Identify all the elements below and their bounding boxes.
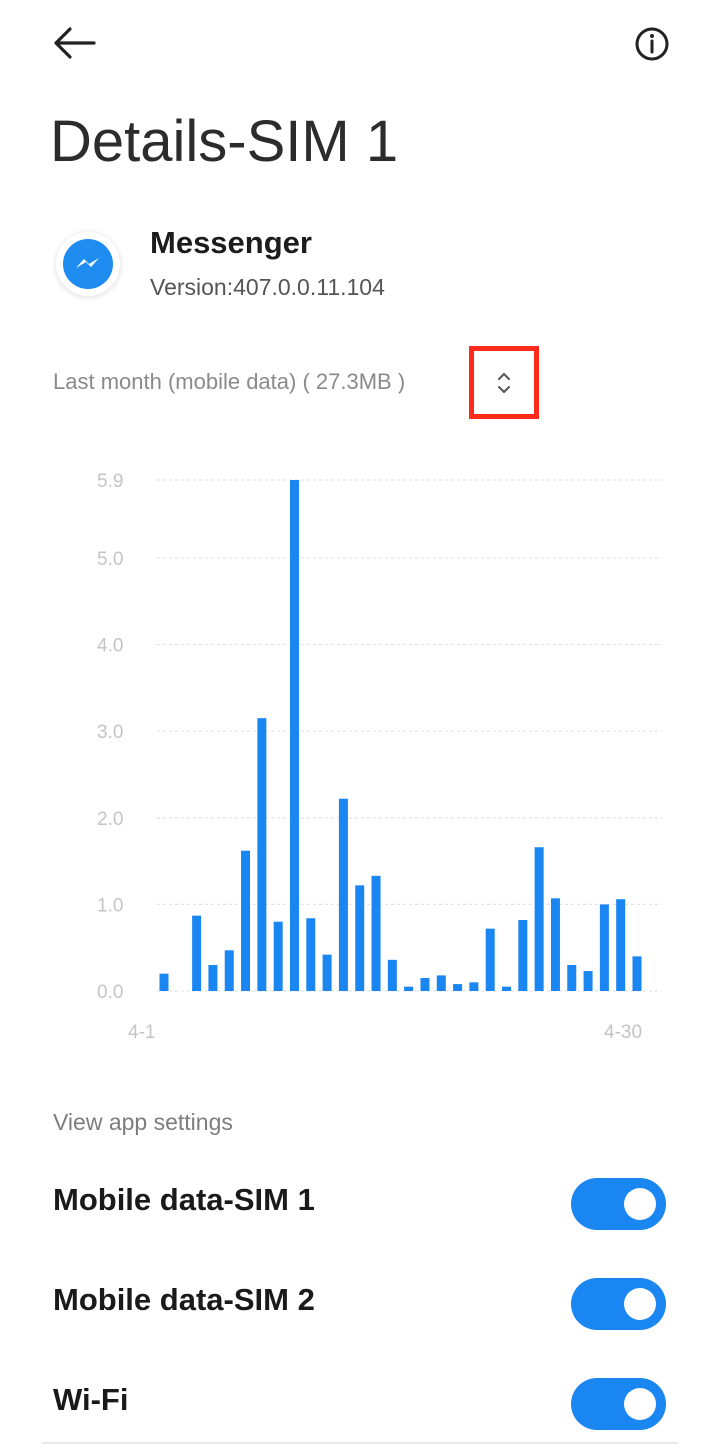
y-tick-label: 2.0 <box>97 809 123 830</box>
setting-label: Mobile data-SIM 1 <box>53 1182 315 1217</box>
chart-bar <box>420 978 430 991</box>
chart-bar <box>306 918 316 991</box>
setting-row-mobile-data-sim1[interactable]: Mobile data-SIM 1 <box>0 1156 720 1246</box>
wifi-toggle[interactable] <box>571 1378 666 1430</box>
chart-bar <box>599 904 609 991</box>
chart-bar <box>322 954 332 991</box>
x-tick-label-start: 4-1 <box>128 1022 155 1043</box>
chart-bar <box>534 847 544 991</box>
y-tick-label: 5.9 <box>97 471 123 492</box>
chart-bar <box>355 885 365 991</box>
chart-bar <box>289 480 299 991</box>
chart-bar <box>550 898 560 991</box>
settings-section-header: View app settings <box>53 1109 233 1135</box>
chart-bar <box>502 986 512 991</box>
chart-bar <box>371 875 381 991</box>
setting-row-wifi[interactable]: Wi-Fi <box>0 1356 720 1446</box>
mobile-data-sim1-toggle[interactable] <box>571 1178 666 1230</box>
y-tick-label: 5.0 <box>97 549 123 570</box>
chart-bar <box>224 950 234 991</box>
setting-label: Mobile data-SIM 2 <box>53 1282 315 1317</box>
usage-chart: 0.0 1.0 2.0 3.0 4.0 5.0 5.9 4-1 4-30 <box>97 471 662 1043</box>
chart-bar <box>436 975 446 991</box>
chart-bar <box>208 965 218 991</box>
setting-label: Wi-Fi <box>53 1382 129 1417</box>
chart-bar <box>404 986 414 991</box>
y-tick-label: 3.0 <box>97 722 123 743</box>
chart-bar <box>159 973 169 991</box>
arrow-left-icon <box>54 27 96 59</box>
chart-bar <box>518 919 528 991</box>
usage-period-label: Last month (mobile data) ( 27.3MB ) <box>53 369 406 394</box>
x-tick-label-end: 4-30 <box>604 1022 642 1043</box>
chart-bar <box>583 971 593 991</box>
chart-bar <box>485 928 495 991</box>
chart-bar <box>616 899 626 991</box>
chevron-up-down-icon <box>498 372 510 393</box>
y-tick-label: 4.0 <box>97 636 123 657</box>
back-button[interactable] <box>44 18 104 68</box>
setting-row-mobile-data-sim2[interactable]: Mobile data-SIM 2 <box>0 1256 720 1346</box>
info-button[interactable] <box>628 22 676 70</box>
chart-bar <box>469 982 479 991</box>
page-title: Details-SIM 1 <box>50 109 399 174</box>
messenger-icon <box>56 232 120 296</box>
chart-bar <box>453 984 463 991</box>
y-tick-label: 0.0 <box>97 982 123 1003</box>
chart-bar <box>338 798 348 991</box>
chart-bar <box>567 965 577 991</box>
chart-bar <box>257 718 267 991</box>
app-version: Version:407.0.0.11.104 <box>150 274 385 300</box>
mobile-data-sim2-toggle[interactable] <box>571 1278 666 1330</box>
chart-bar <box>192 915 202 991</box>
chart-bar <box>387 959 397 991</box>
period-selector-button[interactable] <box>469 346 539 419</box>
info-icon <box>635 27 669 61</box>
chart-bar <box>273 921 283 991</box>
chart-bar <box>241 850 251 991</box>
divider <box>42 1442 678 1444</box>
chart-bar <box>632 956 642 991</box>
app-name: Messenger <box>150 225 312 260</box>
y-tick-label: 1.0 <box>97 895 123 916</box>
